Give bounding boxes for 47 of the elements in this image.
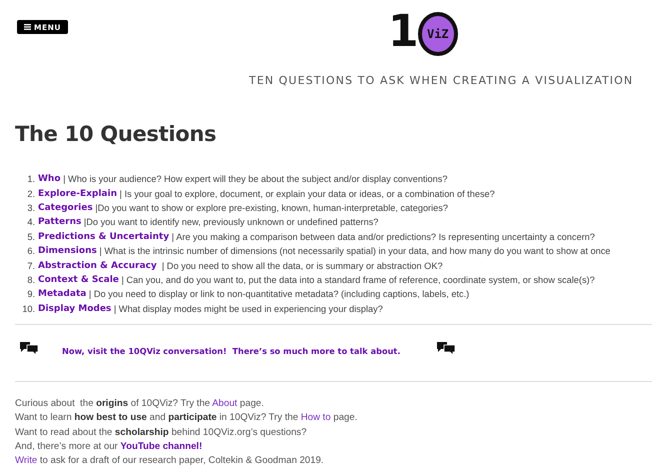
question-description: |Do you want to identify new, previously unknown or undefined patterns? <box>82 217 378 228</box>
text-link[interactable]: How to <box>300 412 331 424</box>
item-number: 2. <box>26 188 36 199</box>
item-number: 6. <box>26 246 36 256</box>
question-description: | Can you, and do you want to, put the data into a standard frame of reference, coordinate system, or show scale(s)? <box>120 274 595 285</box>
speech-bubbles-icon <box>436 340 456 356</box>
menu-icon <box>24 24 31 30</box>
question-description: | Who is your audience? How expert will they be about the subject and/or display conventions? <box>62 174 448 184</box>
question-description: | Is your goal to explore, document, or explain your data or ideas, or a combination of these? <box>118 188 495 199</box>
text-link[interactable]: Write <box>15 455 38 466</box>
question-description: | Are you making a comparison between data and/or predictions? Is representing uncertainty a concern? <box>170 232 595 242</box>
footer-sentence: Want to learn how best to use and participate in 10QViz? Try the How to page. <box>15 411 358 426</box>
item-number: 9. <box>26 289 36 300</box>
logo-digit: 1 <box>388 10 417 54</box>
text-link[interactable]: About <box>212 398 238 409</box>
page-heading: The 10 Questions <box>15 122 218 148</box>
question-link[interactable]: Who <box>38 174 61 184</box>
question-description: | What is the intrinsic number of dimensions (not necessarily spatial) in your data, and how many do you want to show at once <box>98 246 610 256</box>
item-number: 1. <box>26 174 36 184</box>
item-number: 3. <box>26 202 36 213</box>
question-link[interactable]: Dimensions <box>38 246 97 256</box>
footer-sentence: Write to ask for a draft of our research paper, Coltekin & Goodman 2019. <box>15 454 325 468</box>
question-link[interactable]: Categories <box>38 202 93 213</box>
question-description: | What display modes might be used in experiencing your display? <box>112 304 383 314</box>
item-number: 10. <box>21 304 36 314</box>
conversation-link[interactable]: Now, visit the 10QViz conversation! There’s so much more to talk about. <box>62 346 400 356</box>
question-link[interactable]: Explore-Explain <box>38 188 117 199</box>
text-link[interactable]: YouTube channel! <box>120 441 202 452</box>
question-link[interactable]: Abstraction & Accuracy <box>38 260 157 271</box>
footer-sentence: And, there’s more at our YouTube channel! <box>15 440 204 454</box>
question-description: |Do you want to show or explore pre-existing, known, human-interpretable, categories? <box>94 202 448 213</box>
question-link[interactable]: Patterns <box>38 217 82 228</box>
question-description: | Do you need to display or link to non-quantitative metadata? (including captions, labels, etc.) <box>88 289 470 300</box>
speech-bubbles-icon <box>19 340 39 356</box>
logo-badge: ViZ <box>418 12 458 56</box>
question-description: | Do you need to show all the data, or is summary or abstraction OK? <box>160 260 443 271</box>
question-link[interactable]: Metadata <box>38 289 86 300</box>
item-number: 4. <box>26 217 36 228</box>
item-number: 5. <box>26 232 36 242</box>
item-number: 7. <box>26 260 36 271</box>
question-link[interactable]: Context & Scale <box>38 274 119 285</box>
footer-sentence: Curious about the origins of 10QViz? Try the About page. <box>15 396 265 411</box>
question-link[interactable]: Predictions & Uncertainty <box>38 232 170 242</box>
tagline: TEN QUESTIONS TO ASK WHEN CREATING A VISUALIZATION <box>249 74 634 87</box>
item-number: 8. <box>26 274 36 285</box>
question-link[interactable]: Display Modes <box>38 304 112 314</box>
footer-sentence: Want to read about the scholarship behind 10QViz.org’s questions? <box>15 426 308 440</box>
